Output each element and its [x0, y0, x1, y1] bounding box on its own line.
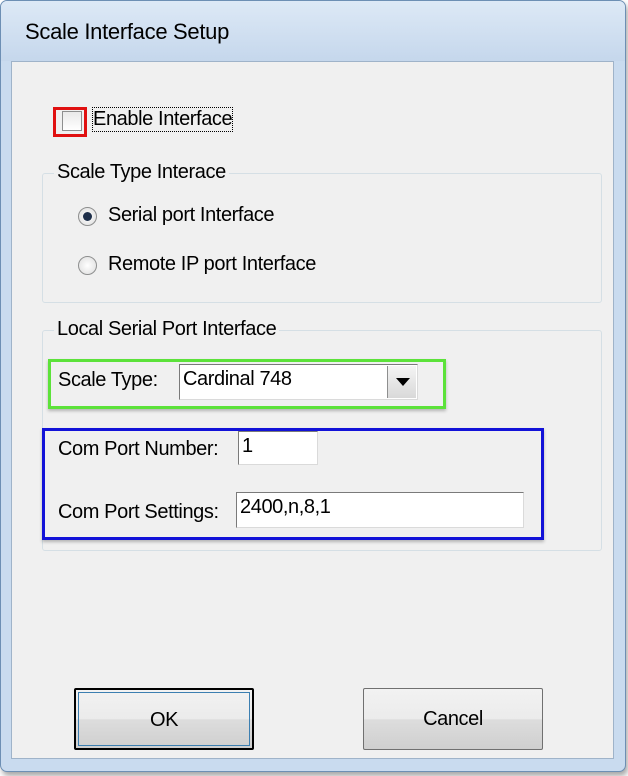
- dialog-window: Scale Interface Setup Enable Interface S…: [0, 0, 626, 772]
- title-bar[interactable]: Scale Interface Setup: [1, 1, 625, 61]
- enable-interface-label[interactable]: Enable Interface: [91, 107, 234, 132]
- local-serial-group-legend: Local Serial Port Interface: [54, 318, 280, 341]
- green-highlight-box: [48, 359, 446, 409]
- window-title: Scale Interface Setup: [25, 19, 230, 44]
- ok-button[interactable]: OK: [74, 688, 254, 750]
- cancel-button[interactable]: Cancel: [363, 688, 543, 750]
- dialog-body: Enable Interface Scale Type Interace Ser…: [11, 61, 614, 759]
- scale-type-group-legend: Scale Type Interace: [54, 161, 229, 184]
- serial-port-label[interactable]: Serial port Interface: [108, 204, 275, 227]
- ok-button-label: OK: [78, 692, 250, 746]
- scale-type-group: [42, 173, 602, 303]
- serial-port-radio[interactable]: [78, 207, 97, 226]
- remote-ip-radio[interactable]: [78, 256, 97, 275]
- radio-selected-dot: [83, 212, 92, 221]
- blue-highlight-box: [42, 428, 544, 540]
- red-highlight-box: [53, 107, 87, 137]
- remote-ip-label[interactable]: Remote IP port Interface: [108, 253, 316, 276]
